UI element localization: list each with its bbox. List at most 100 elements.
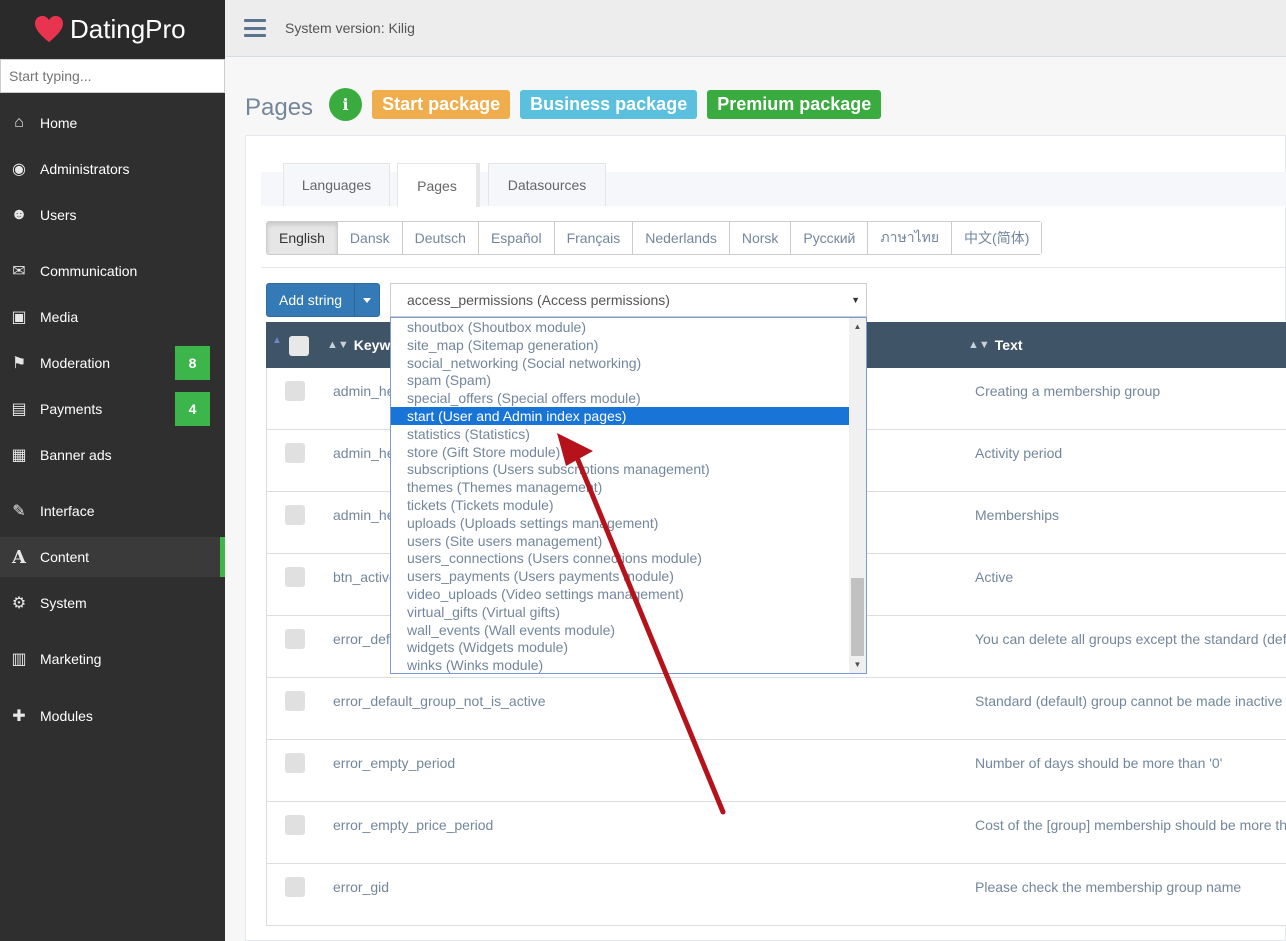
scroll-up-icon[interactable]: ▲: [849, 318, 866, 335]
row-checkbox[interactable]: [285, 567, 305, 587]
row-text[interactable]: Memberships: [975, 507, 1059, 523]
row-text[interactable]: Standard (default) group cannot be made …: [975, 693, 1282, 709]
row-checkbox[interactable]: [285, 505, 305, 525]
dropdown-option[interactable]: users_payments (Users payments module): [391, 567, 849, 585]
module-select-value: access_permissions (Access permissions): [407, 292, 670, 308]
sidebar-item-content[interactable]: A Content: [0, 537, 225, 577]
row-checkbox[interactable]: [285, 381, 305, 401]
row-checkbox[interactable]: [285, 443, 305, 463]
dropdown-scrollbar[interactable]: ▲ ▼: [849, 318, 866, 673]
dropdown-option[interactable]: special_offers (Special offers module): [391, 389, 849, 407]
column-header-text[interactable]: ▲▼ Text: [968, 322, 1023, 368]
menu-toggle-icon[interactable]: [244, 19, 266, 37]
dropdown-option[interactable]: subscriptions (Users subscriptions manag…: [391, 460, 849, 478]
start-package-badge[interactable]: Start package: [372, 89, 511, 119]
dropdown-option[interactable]: spam (Spam): [391, 371, 849, 389]
language-button[interactable]: Nederlands: [633, 222, 730, 254]
sidebar-item-modules[interactable]: ✚ Modules: [0, 696, 225, 736]
sidebar-item-label: Content: [40, 549, 90, 565]
language-button[interactable]: English: [267, 222, 338, 254]
dropdown-option[interactable]: statistics (Statistics): [391, 425, 849, 443]
tab-datasources[interactable]: Datasources: [488, 163, 606, 206]
dropdown-option[interactable]: users (Site users management): [391, 532, 849, 550]
row-keyword[interactable]: admin_he: [333, 383, 395, 399]
dropdown-option[interactable]: uploads (Uploads settings management): [391, 514, 849, 532]
app-logo[interactable]: DatingPro: [0, 0, 225, 58]
language-button[interactable]: 中文(简体): [952, 222, 1042, 254]
row-checkbox[interactable]: [285, 691, 305, 711]
row-keyword[interactable]: btn_active: [333, 569, 397, 585]
sidebar-item-home[interactable]: ⌂ Home: [0, 103, 225, 143]
dropdown-option[interactable]: video_uploads (Video settings management…: [391, 585, 849, 603]
sidebar-item-system[interactable]: ⚙ System: [0, 583, 225, 623]
row-keyword[interactable]: error_empty_period: [333, 755, 455, 771]
dropdown-option[interactable]: social_networking (Social networking): [391, 354, 849, 372]
language-button[interactable]: Русский: [791, 222, 869, 254]
row-text[interactable]: You can delete all groups except the sta…: [975, 631, 1286, 647]
dropdown-option[interactable]: widgets (Widgets module): [391, 638, 849, 656]
money-icon: ▤: [11, 401, 27, 418]
dropdown-option[interactable]: users_connections (Users connections mod…: [391, 549, 849, 567]
dropdown-option[interactable]: start (User and Admin index pages): [391, 407, 849, 425]
sidebar-item-label: Administrators: [40, 161, 130, 177]
row-keyword[interactable]: error_gid: [333, 879, 389, 895]
scroll-thumb[interactable]: [851, 578, 864, 656]
row-text[interactable]: Cost of the [group] membership should be…: [975, 817, 1286, 833]
sidebar-item-interface[interactable]: ✎ Interface: [0, 491, 225, 531]
row-text[interactable]: Creating a membership group: [975, 383, 1160, 399]
row-text[interactable]: Please check the membership group name: [975, 879, 1241, 895]
sort-asc-icon[interactable]: ▲: [272, 335, 282, 346]
chevron-down-icon[interactable]: [354, 284, 379, 316]
sort-icon: ▲▼: [327, 339, 349, 351]
row-text[interactable]: Number of days should be more than '0': [975, 755, 1222, 771]
tab-pages[interactable]: Pages: [397, 163, 480, 207]
language-button[interactable]: ภาษาไทย: [868, 222, 953, 254]
search-input[interactable]: [0, 59, 225, 93]
sidebar-item-marketing[interactable]: ▥ Marketing: [0, 639, 225, 679]
tab-languages[interactable]: Languages: [283, 163, 390, 206]
row-keyword[interactable]: error_default_group_not_is_active: [333, 693, 545, 709]
sidebar-item-payments[interactable]: ▤ Payments 4: [0, 389, 225, 429]
row-checkbox[interactable]: [285, 877, 305, 897]
sidebar-item-moderation[interactable]: ⚑ Moderation 8: [0, 343, 225, 383]
scroll-down-icon[interactable]: ▼: [849, 656, 866, 673]
dropdown-option[interactable]: wall_events (Wall events module): [391, 621, 849, 639]
row-keyword[interactable]: admin_he: [333, 445, 395, 461]
sidebar-item-banner-ads[interactable]: ▦ Banner ads: [0, 435, 225, 475]
business-package-badge[interactable]: Business package: [520, 89, 698, 119]
module-dropdown-list[interactable]: shoutbox (Shoutbox module) site_map (Site…: [390, 317, 867, 674]
sidebar-item-communication[interactable]: ✉ Communication: [0, 251, 225, 291]
language-button[interactable]: Español: [478, 222, 555, 254]
language-button[interactable]: Norsk: [729, 222, 792, 254]
home-icon: ⌂: [14, 114, 24, 131]
dropdown-option[interactable]: tickets (Tickets module): [391, 496, 849, 514]
sidebar-item-users[interactable]: ☻ Users: [0, 195, 225, 235]
select-all-checkbox[interactable]: [289, 336, 309, 356]
page-title: Pages: [245, 94, 314, 121]
row-checkbox[interactable]: [285, 753, 305, 773]
sidebar-item-administrators[interactable]: ◉ Administrators: [0, 149, 225, 189]
language-button[interactable]: Dansk: [337, 222, 403, 254]
language-button[interactable]: Français: [554, 222, 634, 254]
info-button[interactable]: i: [329, 87, 363, 121]
row-checkbox[interactable]: [285, 629, 305, 649]
row-keyword[interactable]: error_def: [333, 631, 390, 647]
row-text[interactable]: Activity period: [975, 445, 1062, 461]
dropdown-option[interactable]: store (Gift Store module): [391, 443, 849, 461]
sidebar-item-media[interactable]: ▣ Media: [0, 297, 225, 337]
dropdown-option[interactable]: virtual_gifts (Virtual gifts): [391, 603, 849, 621]
row-keyword[interactable]: error_empty_price_period: [333, 817, 493, 833]
sidebar-item-label: Marketing: [40, 651, 102, 667]
topbar: System version: Kilig: [225, 0, 1286, 57]
row-text[interactable]: Active: [975, 569, 1013, 585]
module-select[interactable]: access_permissions (Access permissions) …: [390, 283, 867, 317]
language-button[interactable]: Deutsch: [402, 222, 479, 254]
dropdown-option[interactable]: site_map (Sitemap generation): [391, 336, 849, 354]
dropdown-option[interactable]: winks (Winks module): [391, 656, 849, 673]
dropdown-option[interactable]: themes (Themes management): [391, 478, 849, 496]
add-string-button[interactable]: Add string: [266, 283, 380, 317]
dropdown-option[interactable]: shoutbox (Shoutbox module): [391, 318, 849, 336]
premium-package-badge[interactable]: Premium package: [707, 89, 882, 119]
row-keyword[interactable]: admin_he: [333, 507, 395, 523]
row-checkbox[interactable]: [285, 815, 305, 835]
